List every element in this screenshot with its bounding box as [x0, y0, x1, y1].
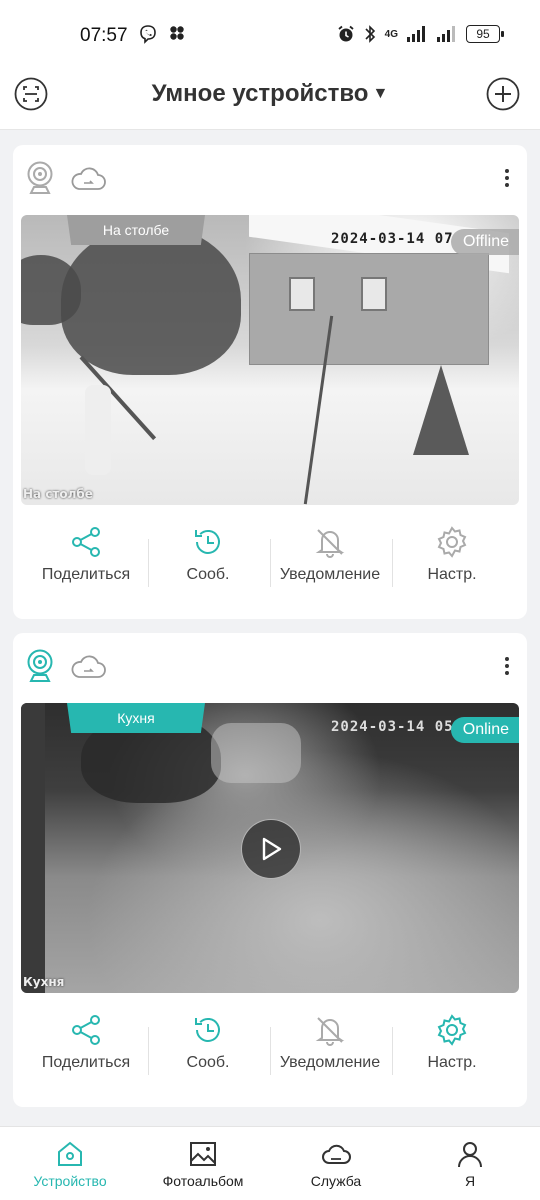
- device-card: Кухня 2024-03-14 05 Online Кухня Поделит…: [13, 633, 527, 1107]
- person-icon: [458, 1142, 482, 1168]
- status-bar: 07:57 4G 95: [0, 0, 540, 64]
- nav-item-service[interactable]: Служба: [276, 1139, 396, 1189]
- history-icon: [195, 529, 220, 554]
- status-left-icons: [138, 24, 186, 44]
- cloud-storage-icon[interactable]: [69, 165, 107, 193]
- network-type: 4G: [384, 28, 398, 40]
- notifications-button[interactable]: Уведомление: [270, 521, 390, 611]
- status-badge: Online: [450, 717, 519, 743]
- battery-icon: 95: [466, 25, 504, 43]
- share-button[interactable]: Поделиться: [26, 521, 146, 611]
- trees-decor: [61, 225, 241, 375]
- page-title-dropdown[interactable]: Умное устройство ▼: [0, 80, 540, 108]
- camera-icon: [27, 161, 53, 194]
- bottom-nav: Устройство Фотоальбом Служба Я: [0, 1126, 540, 1200]
- notifications-label: Уведомление: [279, 566, 381, 583]
- notifications-button[interactable]: Уведомление: [270, 1009, 390, 1099]
- nav-item-me[interactable]: Я: [410, 1139, 530, 1189]
- light-glow-decor: [211, 723, 301, 783]
- events-label: Сооб.: [186, 566, 230, 583]
- alarm-icon: [338, 25, 354, 42]
- device-card: На столбе 2024-03-14 07 Offline На столб…: [13, 145, 527, 619]
- dropdown-caret-icon: ▼: [372, 85, 389, 102]
- nav-label: Служба: [310, 1173, 362, 1189]
- nav-label: Я: [464, 1173, 476, 1189]
- bell-muted-icon: [315, 529, 345, 558]
- page-title: Умное устройство: [151, 80, 369, 107]
- events-label: Сооб.: [186, 1054, 230, 1071]
- cloud-icon: [322, 1144, 351, 1164]
- snow-post-decor: [85, 385, 111, 475]
- osd-camera-name: Кухня: [23, 975, 65, 989]
- more-options-icon[interactable]: [499, 655, 515, 679]
- door-frame-decor: [21, 703, 45, 993]
- signal-icon-2: [437, 26, 455, 42]
- signal-icon: [407, 26, 425, 42]
- bell-muted-icon: [315, 1017, 345, 1046]
- gear-icon: [437, 1014, 467, 1046]
- share-icon: [72, 1015, 100, 1045]
- settings-button[interactable]: Настр.: [392, 1009, 512, 1099]
- osd-timestamp: 2024-03-14 05: [331, 719, 454, 735]
- status-time: 07:57: [80, 25, 128, 46]
- nav-label: Фотоальбом: [162, 1173, 244, 1189]
- battery-level: 95: [476, 27, 490, 41]
- window-decor: [361, 277, 387, 311]
- nav-item-photo-album[interactable]: Фотоальбом: [143, 1139, 263, 1189]
- gear-icon: [437, 526, 467, 558]
- photo-icon: [190, 1142, 216, 1166]
- viber-icon: [140, 25, 156, 44]
- status-badge: Offline: [451, 229, 519, 255]
- settings-label: Настр.: [427, 1054, 477, 1071]
- share-icon: [72, 527, 100, 557]
- house-icon: [58, 1141, 82, 1166]
- osd-camera-name: На столбе: [23, 487, 93, 501]
- camera-preview[interactable]: Кухня 2024-03-14 05 Online Кухня: [21, 703, 519, 993]
- nav-label: Устройство: [33, 1173, 107, 1189]
- osd-timestamp: 2024-03-14 07: [331, 231, 454, 247]
- share-label: Поделиться: [41, 566, 131, 583]
- events-button[interactable]: Сооб.: [148, 1009, 268, 1099]
- play-button[interactable]: [241, 819, 301, 879]
- nav-item-device[interactable]: Устройство: [10, 1139, 130, 1189]
- clover-icon: [170, 26, 184, 40]
- device-actions: Поделиться Сооб. Уведомление Настр.: [13, 1009, 527, 1099]
- history-icon: [195, 1017, 220, 1042]
- share-button[interactable]: Поделиться: [26, 1009, 146, 1099]
- play-icon: [262, 837, 282, 861]
- settings-label: Настр.: [427, 566, 477, 583]
- more-options-icon[interactable]: [499, 167, 515, 191]
- cloud-storage-icon[interactable]: [69, 653, 107, 681]
- device-actions: Поделиться Сооб. Уведомление Настр.: [13, 521, 527, 611]
- device-name-tag: Кухня: [67, 703, 205, 733]
- camera-preview[interactable]: На столбе 2024-03-14 07 Offline На столб…: [21, 215, 519, 505]
- app-header: Умное устройство ▼: [0, 64, 540, 130]
- pine-tree-decor: [413, 365, 469, 455]
- bluetooth-icon: [365, 25, 375, 43]
- status-right-icons: 4G 95: [337, 24, 504, 44]
- events-button[interactable]: Сооб.: [148, 521, 268, 611]
- settings-button[interactable]: Настр.: [392, 521, 512, 611]
- device-name-tag: На столбе: [67, 215, 205, 245]
- camera-icon: [27, 649, 53, 682]
- share-label: Поделиться: [41, 1054, 131, 1071]
- notifications-label: Уведомление: [279, 1054, 381, 1071]
- add-device-icon[interactable]: [486, 77, 520, 111]
- window-decor: [289, 277, 315, 311]
